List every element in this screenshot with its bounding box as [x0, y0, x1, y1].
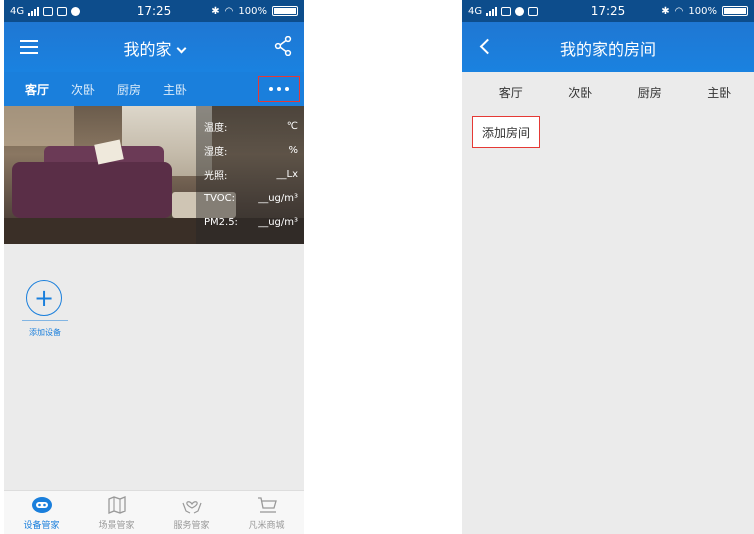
nav-scene-manager[interactable]: 场景管家	[79, 491, 154, 534]
notification-icon	[528, 6, 539, 16]
temperature-unit: ℃	[286, 120, 298, 132]
network-label: 4G	[468, 5, 483, 17]
page-title: 我的家	[123, 40, 172, 59]
tab-kitchen[interactable]: 厨房	[106, 81, 152, 98]
hands-heart-icon	[181, 501, 202, 514]
nav-label: 场景管家	[98, 521, 135, 531]
bluetooth-icon: ✱	[661, 5, 670, 17]
bottom-nav: 设备管家 场景管家 服务管家 凡米商城	[4, 490, 304, 534]
room-list: 客厅 次卧 厨房 主卧	[462, 84, 754, 108]
humidity-label: 湿度:	[204, 146, 228, 158]
cart-icon	[257, 497, 277, 513]
battery-label: 100%	[238, 5, 267, 17]
home-screen: 4G 17:25 ✱ ◠ 100% 我的家 客厅 次卧 厨房 主卧 温度: ℃ …	[4, 0, 304, 534]
more-dot-icon	[269, 87, 273, 91]
tab-second-bedroom[interactable]: 次卧	[60, 81, 106, 98]
tvoc-reading: TVOC: __ug/m³	[204, 186, 298, 210]
status-bar: 4G 17:25 ✱ ◠ 100%	[4, 0, 304, 22]
message-icon	[501, 6, 512, 16]
add-room-button[interactable]: 添加房间	[472, 116, 540, 148]
signal-icon	[486, 6, 498, 16]
add-device-button[interactable]: +	[26, 280, 62, 316]
status-time: 17:25	[590, 4, 626, 18]
light-reading: 光照: __Lx	[204, 162, 298, 186]
battery-icon	[272, 6, 298, 16]
wifi-icon: ◠	[674, 5, 684, 17]
app-icon	[71, 6, 81, 16]
home-selector[interactable]: 我的家	[4, 36, 304, 60]
wifi-icon: ◠	[224, 5, 234, 17]
message-icon	[43, 6, 54, 16]
tab-master-bedroom[interactable]: 主卧	[152, 81, 198, 98]
battery-label: 100%	[688, 5, 717, 17]
rooms-screen: 4G 17:25 ✱ ◠ 100% 我的家的房间 客厅 次卧 厨房 主卧 添加房…	[462, 0, 754, 534]
room-photo: 温度: ℃ 湿度: % 光照: __Lx TVOC: __ug/m³ PM2.5…	[4, 106, 304, 244]
tvoc-unit: __ug/m³	[258, 192, 298, 204]
pm25-reading: PM2.5: __ug/m³	[204, 210, 298, 234]
light-label: 光照:	[204, 170, 228, 182]
tab-living-room[interactable]: 客厅	[14, 81, 60, 98]
app-header: 我的家	[4, 22, 304, 72]
status-time: 17:25	[136, 4, 172, 18]
notification-icon	[57, 6, 68, 16]
battery-icon	[722, 6, 748, 16]
room-master-bedroom[interactable]: 主卧	[685, 84, 754, 108]
nav-label: 设备管家	[23, 521, 60, 531]
room-second-bedroom[interactable]: 次卧	[546, 84, 616, 108]
chevron-down-icon	[176, 43, 186, 54]
app-header: 我的家的房间	[462, 22, 754, 72]
share-icon[interactable]	[274, 36, 292, 56]
nav-service-manager[interactable]: 服务管家	[154, 491, 229, 534]
bluetooth-icon: ✱	[211, 5, 220, 17]
tvoc-label: TVOC:	[204, 192, 235, 204]
app-icon	[515, 6, 525, 16]
plus-icon: +	[33, 284, 55, 312]
more-dot-icon	[277, 87, 281, 91]
pm25-label: PM2.5:	[204, 216, 238, 228]
nav-label: 凡米商城	[248, 521, 285, 531]
nav-device-manager[interactable]: 设备管家	[4, 491, 79, 534]
page-title: 我的家的房间	[559, 40, 656, 59]
sensor-panel: 温度: ℃ 湿度: % 光照: __Lx TVOC: __ug/m³ PM2.5…	[196, 106, 304, 244]
pm25-unit: __ug/m³	[258, 216, 298, 228]
room-kitchen[interactable]: 厨房	[615, 84, 685, 108]
more-rooms-button[interactable]	[258, 76, 300, 102]
robot-icon	[31, 497, 52, 513]
add-device-label[interactable]: 添加设备	[22, 327, 68, 338]
humidity-reading: 湿度: %	[204, 138, 298, 162]
temperature-label: 温度:	[204, 122, 228, 134]
light-unit: __Lx	[276, 168, 299, 180]
nav-mall[interactable]: 凡米商城	[229, 491, 304, 534]
room-living-room[interactable]: 客厅	[476, 84, 546, 108]
map-icon	[107, 496, 126, 514]
more-dot-icon	[285, 87, 289, 91]
signal-icon	[28, 6, 40, 16]
humidity-unit: %	[288, 144, 298, 156]
nav-label: 服务管家	[173, 521, 210, 531]
status-bar: 4G 17:25 ✱ ◠ 100%	[462, 0, 754, 22]
temperature-reading: 温度: ℃	[204, 114, 298, 138]
network-label: 4G	[10, 5, 25, 17]
divider	[22, 320, 68, 321]
room-tabs: 客厅 次卧 厨房 主卧	[4, 72, 304, 106]
